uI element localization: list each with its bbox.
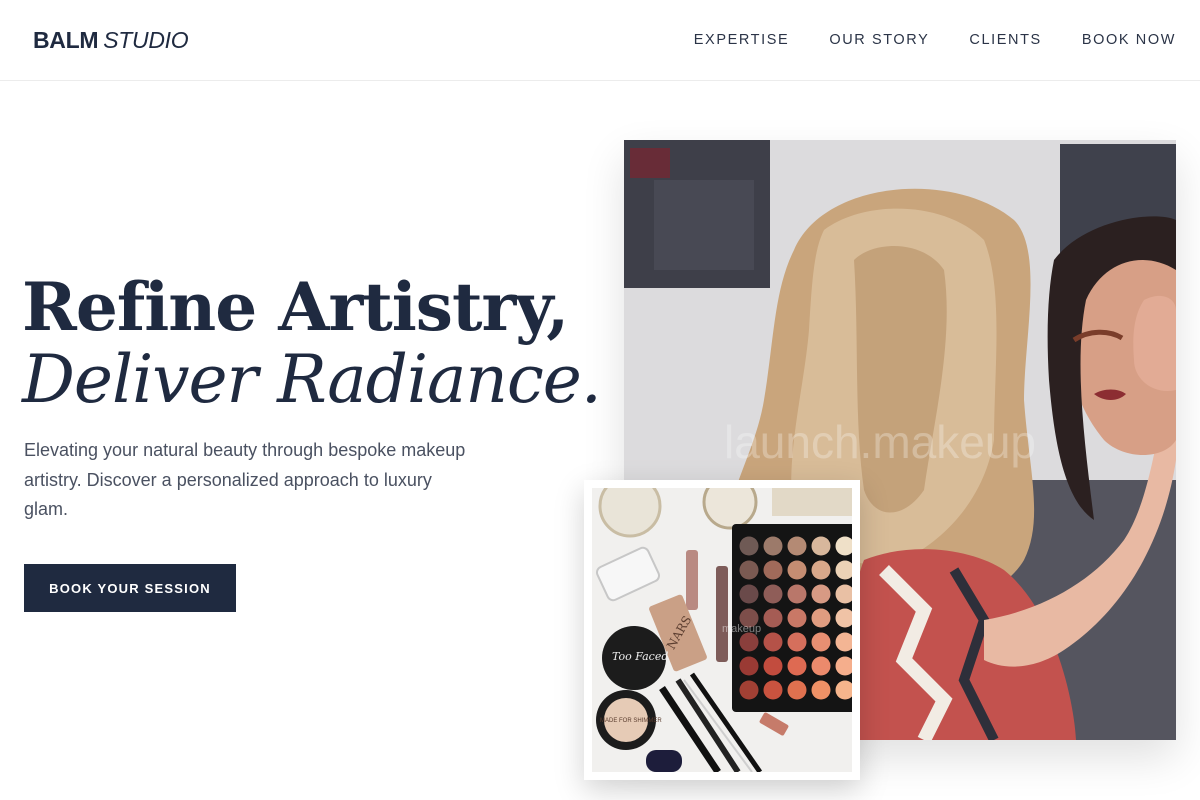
eyeshadow-pan bbox=[811, 680, 831, 700]
eyeshadow-pan bbox=[763, 560, 783, 580]
eyeshadow-pan bbox=[811, 608, 831, 628]
shimmer-label: MADE FOR SHIMMER bbox=[600, 718, 662, 724]
eyeshadow-pan bbox=[739, 560, 759, 580]
eyeshadow-pan bbox=[787, 536, 807, 556]
nav-link-expertise[interactable]: EXPERTISE bbox=[694, 30, 790, 50]
too-faced-label: Too Faced bbox=[612, 650, 668, 663]
eyeshadow-pan bbox=[739, 536, 759, 556]
inset-photo-makeup-products: NARS Too Faced MADE FOR SHIMMER makeup bbox=[592, 488, 852, 772]
eyeshadow-pan bbox=[811, 656, 831, 676]
eyeshadow-pan bbox=[739, 656, 759, 676]
nav-link-clients[interactable]: CLIENTS bbox=[969, 30, 1041, 50]
eyeshadow-pan bbox=[739, 584, 759, 604]
site-header: BALM STUDIO EXPERTISE OUR STORY CLIENTS B… bbox=[0, 0, 1200, 81]
eyeshadow-pan bbox=[787, 656, 807, 676]
eyeshadow-pan bbox=[763, 536, 783, 556]
eyeshadow-pan bbox=[787, 680, 807, 700]
hero-description: Elevating your natural beauty through be… bbox=[24, 440, 466, 519]
nav-link-book-now[interactable]: BOOK NOW bbox=[1082, 30, 1176, 50]
eyeshadow-pan bbox=[763, 608, 783, 628]
brand-logo-bold: BALM bbox=[33, 27, 99, 53]
eyeshadow-pan bbox=[763, 632, 783, 652]
inset-photo-watermark: makeup bbox=[722, 623, 761, 635]
eyeshadow-pan bbox=[787, 584, 807, 604]
hero-photo-watermark: launch.makeup bbox=[724, 416, 1036, 468]
eyeshadow-pan bbox=[787, 608, 807, 628]
eyeshadow-pan bbox=[787, 632, 807, 652]
main-nav: EXPERTISE OUR STORY CLIENTS BOOK NOW bbox=[694, 30, 1176, 50]
eyeshadow-pan bbox=[811, 632, 831, 652]
eyeshadow-pan bbox=[763, 656, 783, 676]
book-session-button[interactable]: BOOK YOUR SESSION bbox=[24, 564, 236, 612]
eyeshadow-pan bbox=[763, 584, 783, 604]
eyeshadow-pan bbox=[811, 584, 831, 604]
hero-title-line2: Deliver Radiance. bbox=[22, 341, 602, 418]
hero-title-line1: Refine Artistry, bbox=[22, 268, 569, 346]
eyeshadow-pan bbox=[787, 560, 807, 580]
eyeshadow-pan bbox=[739, 632, 759, 652]
hero-title: Refine Artistry, Deliver Radiance. bbox=[22, 268, 602, 414]
nav-link-our-story[interactable]: OUR STORY bbox=[829, 30, 929, 50]
eyeshadow-pan bbox=[811, 560, 831, 580]
eyeshadow-pan bbox=[739, 680, 759, 700]
eyeshadow-pan bbox=[763, 680, 783, 700]
inset-photo-frame: NARS Too Faced MADE FOR SHIMMER makeup bbox=[584, 480, 860, 780]
brand-logo-italic: STUDIO bbox=[103, 27, 189, 53]
brand-logo[interactable]: BALM STUDIO bbox=[33, 26, 189, 54]
eyeshadow-pan bbox=[811, 536, 831, 556]
inset-photo-illustration: NARS Too Faced MADE FOR SHIMMER makeup bbox=[592, 488, 852, 772]
